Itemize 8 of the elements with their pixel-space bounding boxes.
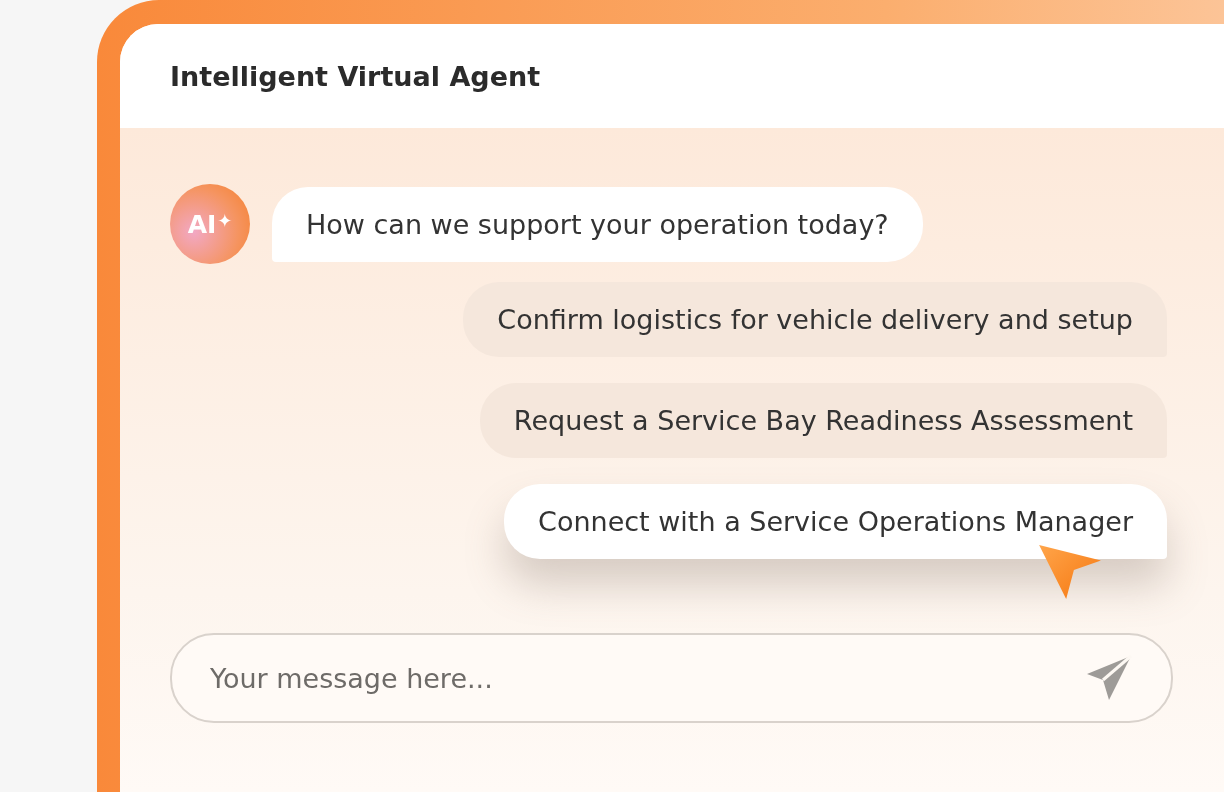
window-title: Intelligent Virtual Agent [170,60,541,92]
suggestion-chip[interactable]: Request a Service Bay Readiness Assessment [479,383,1167,458]
suggestion-chip[interactable]: Connect with a Service Operations Manager [504,484,1167,559]
suggestion-chip[interactable]: Confirm logistics for vehicle delivery and setup [463,282,1167,357]
message-field[interactable]: Your message here... [170,633,1173,723]
agent-message: How can we support your operation today? [272,186,923,262]
send-icon[interactable] [1085,654,1133,702]
ai-avatar: AI✦ [170,184,250,264]
